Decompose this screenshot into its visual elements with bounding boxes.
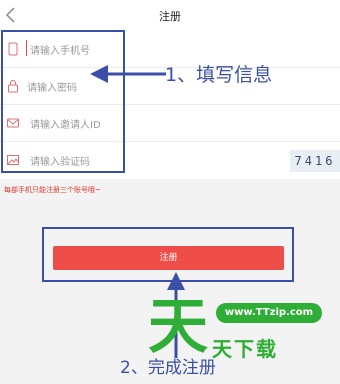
envelope-icon xyxy=(7,118,19,128)
page-title: 注册 xyxy=(159,10,181,23)
register-form: 请输入手机号 请输入密码 请输入邀请人ID 请输入验证码 7416 xyxy=(0,31,340,179)
invite-input[interactable]: 请输入邀请人ID xyxy=(30,116,101,131)
code-row[interactable]: 请输入验证码 7416 xyxy=(0,142,340,179)
verification-code-input[interactable]: 请输入验证码 xyxy=(30,153,90,168)
captcha-image[interactable]: 7416 xyxy=(290,150,340,172)
watermark-logo-char: 天 xyxy=(148,292,208,362)
annotation-step2: 2、完成注册 xyxy=(120,358,216,378)
phone-input[interactable]: 请输入手机号 xyxy=(30,42,90,57)
register-hint: 每部手机只能注册三个账号哦~ xyxy=(4,186,101,194)
phone-icon xyxy=(8,42,18,56)
invite-row[interactable]: 请输入邀请人ID xyxy=(0,105,340,142)
annotation-step1: 1、填写信息 xyxy=(165,64,273,86)
register-button[interactable]: 注册 xyxy=(53,246,284,270)
watermark-site: www.TTzip.com xyxy=(216,303,322,323)
watermark-name: 天下载 xyxy=(212,337,278,361)
password-input[interactable]: 请输入密码 xyxy=(27,79,77,94)
text-cursor xyxy=(26,40,27,56)
image-icon xyxy=(7,155,19,165)
annotation-arrow-left xyxy=(90,65,166,83)
nav-bar: 注册 xyxy=(0,0,340,32)
lock-icon xyxy=(8,80,18,93)
